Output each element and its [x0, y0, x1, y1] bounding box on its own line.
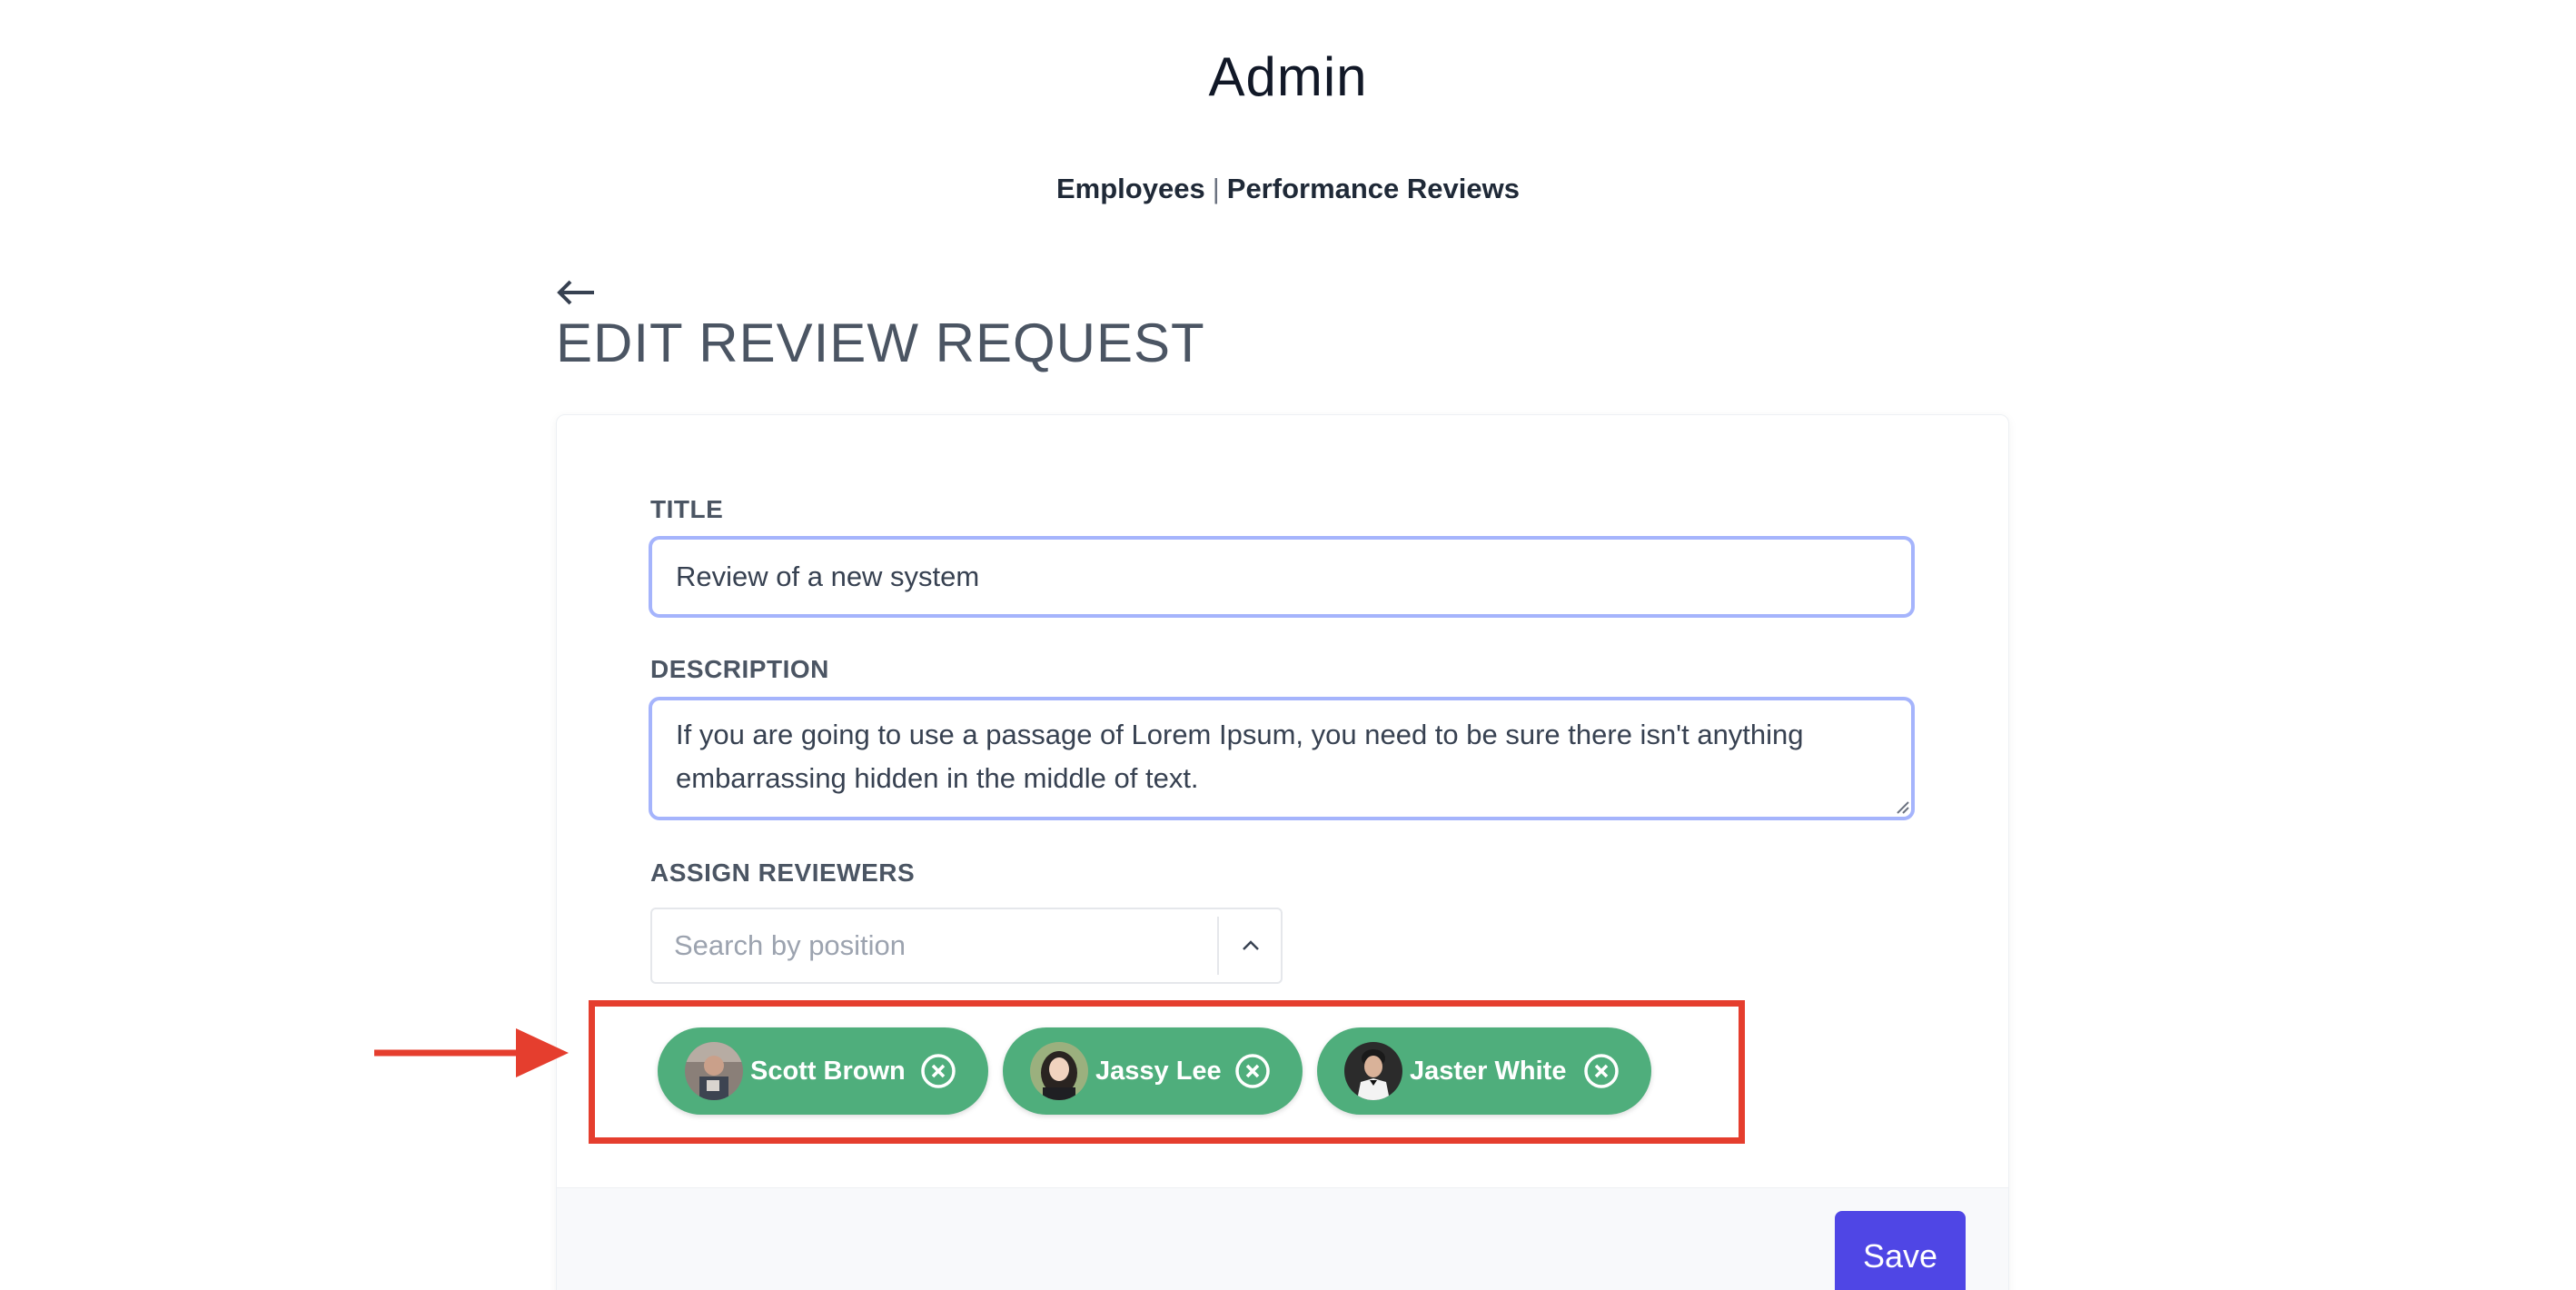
nav-separator: | [1212, 173, 1220, 204]
top-nav: Employees | Performance Reviews [0, 173, 2576, 205]
back-arrow-icon[interactable] [556, 263, 596, 318]
reviewer-name: Jassy Lee [1095, 1056, 1222, 1086]
reviewer-chip-scott-brown: Scott Brown [658, 1027, 988, 1115]
annotation-arrow-icon [374, 1028, 569, 1077]
avatar-icon [1030, 1042, 1088, 1100]
form-footer [557, 1187, 2008, 1290]
description-textarea[interactable]: If you are going to use a passage of Lor… [649, 697, 1915, 820]
resize-grip-icon[interactable] [1895, 799, 1909, 814]
reviewer-chip-jassy-lee: Jassy Lee [1003, 1027, 1303, 1115]
reviewer-name: Scott Brown [750, 1056, 906, 1086]
title-label: TITLE [650, 495, 724, 523]
title-input[interactable] [649, 536, 1915, 618]
reviewer-name: Jaster White [1410, 1056, 1567, 1086]
app-title: Admin [1208, 46, 1368, 107]
reviewer-search [650, 908, 1283, 984]
close-circle-icon[interactable] [1234, 1052, 1272, 1090]
avatar-icon [1344, 1042, 1402, 1100]
nav-link-employees[interactable]: Employees [1056, 173, 1205, 204]
page-title: EDIT REVIEW REQUEST [556, 313, 1205, 373]
search-divider [1217, 917, 1219, 975]
save-button[interactable]: Save [1835, 1211, 1966, 1290]
reviewer-chip-jaster-white: Jaster White [1317, 1027, 1651, 1115]
assign-reviewers-label: ASSIGN REVIEWERS [650, 858, 916, 887]
avatar-icon [685, 1042, 743, 1100]
description-label: DESCRIPTION [650, 655, 829, 683]
dropdown-toggle[interactable] [1221, 909, 1281, 982]
close-circle-icon[interactable] [919, 1052, 957, 1090]
nav-link-performance-reviews[interactable]: Performance Reviews [1227, 173, 1520, 204]
chevron-up-icon [1243, 940, 1259, 950]
reviewer-search-input[interactable] [652, 909, 1215, 982]
close-circle-icon[interactable] [1582, 1052, 1620, 1090]
